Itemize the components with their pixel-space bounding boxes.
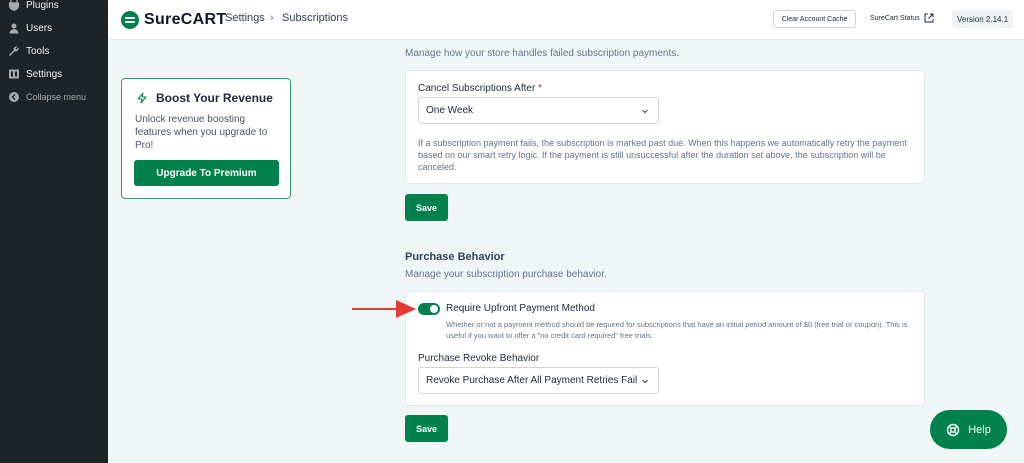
wp-menu-users[interactable]: Users [0, 18, 108, 38]
wp-menu-tools[interactable]: Tools [0, 41, 108, 61]
wp-menu-settings[interactable]: Settings [0, 64, 108, 84]
require-upfront-payment-toggle[interactable] [418, 303, 440, 315]
revoke-behavior-select[interactable]: Revoke Purchase After All Payment Retrie… [418, 367, 659, 394]
promo-title-text: Boost Your Revenue [156, 91, 273, 105]
wp-menu-collapse[interactable]: Collapse menu [0, 87, 108, 107]
cancel-after-label-text: Cancel Subscriptions After [418, 83, 536, 94]
require-upfront-payment-label: Require Upfront Payment Method [446, 303, 595, 314]
top-bar: SureCART › Settings › Subscriptions Clea… [108, 0, 1024, 40]
boost-revenue-card: Boost Your Revenue Unlock revenue boosti… [121, 78, 291, 199]
collapse-icon [7, 90, 21, 104]
revoke-behavior-value: Revoke Purchase After All Payment Retrie… [426, 375, 638, 386]
purchase-behavior-card: Require Upfront Payment Method Whether o… [405, 291, 925, 406]
lightning-icon [137, 92, 147, 104]
surecart-logo[interactable]: SureCART [121, 10, 226, 30]
promo-title: Boost Your Revenue [136, 91, 273, 105]
help-button[interactable]: Help [930, 410, 1007, 449]
help-button-label: Help [968, 423, 991, 436]
required-mark: * [538, 83, 542, 94]
promo-description: Unlock revenue boosting features when yo… [135, 114, 268, 151]
purchase-behavior-description: Manage your subscription purchase behavi… [405, 269, 607, 280]
require-upfront-payment-help: Whether or not a payment method should b… [446, 320, 908, 340]
cancel-after-label: Cancel Subscriptions After * [418, 83, 542, 94]
wp-menu-label: Users [26, 22, 53, 34]
surecart-logo-icon [121, 11, 139, 29]
wp-menu-label: Tools [26, 45, 50, 57]
breadcrumb-settings[interactable]: Settings [225, 12, 265, 24]
failed-payments-card: Cancel Subscriptions After * One Week If… [405, 70, 925, 184]
failed-payments-description: Manage how your store handles failed sub… [405, 48, 680, 59]
wp-menu-label: Plugins [26, 0, 59, 11]
chevron-down-icon [642, 379, 648, 384]
wp-admin-sidebar: Plugins Users Tools Settings Collapse me… [0, 0, 108, 463]
wp-menu-plugins[interactable]: Plugins [0, 0, 108, 15]
save-button[interactable]: Save [405, 194, 448, 221]
settings-icon [7, 67, 21, 81]
chevron-right-icon: › [270, 12, 274, 24]
lifebuoy-icon [946, 423, 960, 436]
wrench-icon [7, 44, 21, 58]
wp-menu-label: Settings [26, 68, 63, 80]
external-link-icon [924, 13, 934, 23]
cancel-after-help: If a subscription payment fails, the sub… [418, 138, 907, 172]
surecart-status-link[interactable]: SureCart Status [870, 13, 934, 23]
revoke-behavior-label: Purchase Revoke Behavior [418, 353, 540, 364]
wp-menu-label: Collapse menu [26, 92, 87, 102]
chevron-right-icon: › [212, 12, 216, 24]
save-button[interactable]: Save [405, 415, 448, 442]
purchase-behavior-title: Purchase Behavior [405, 251, 505, 263]
users-icon [7, 21, 21, 35]
cancel-after-value: One Week [426, 105, 474, 116]
version-badge: Version 2.14.1 [952, 10, 1014, 28]
annotation-arrow-icon [352, 300, 416, 318]
breadcrumb-subscriptions: Subscriptions [282, 12, 349, 24]
upgrade-to-premium-button[interactable]: Upgrade To Premium [134, 160, 279, 186]
plugin-icon [7, 0, 21, 12]
clear-account-cache-button[interactable]: Clear Account Cache [773, 10, 856, 28]
status-link-label: SureCart Status [870, 14, 920, 22]
chevron-down-icon [642, 109, 648, 114]
cancel-after-select[interactable]: One Week [418, 97, 659, 124]
